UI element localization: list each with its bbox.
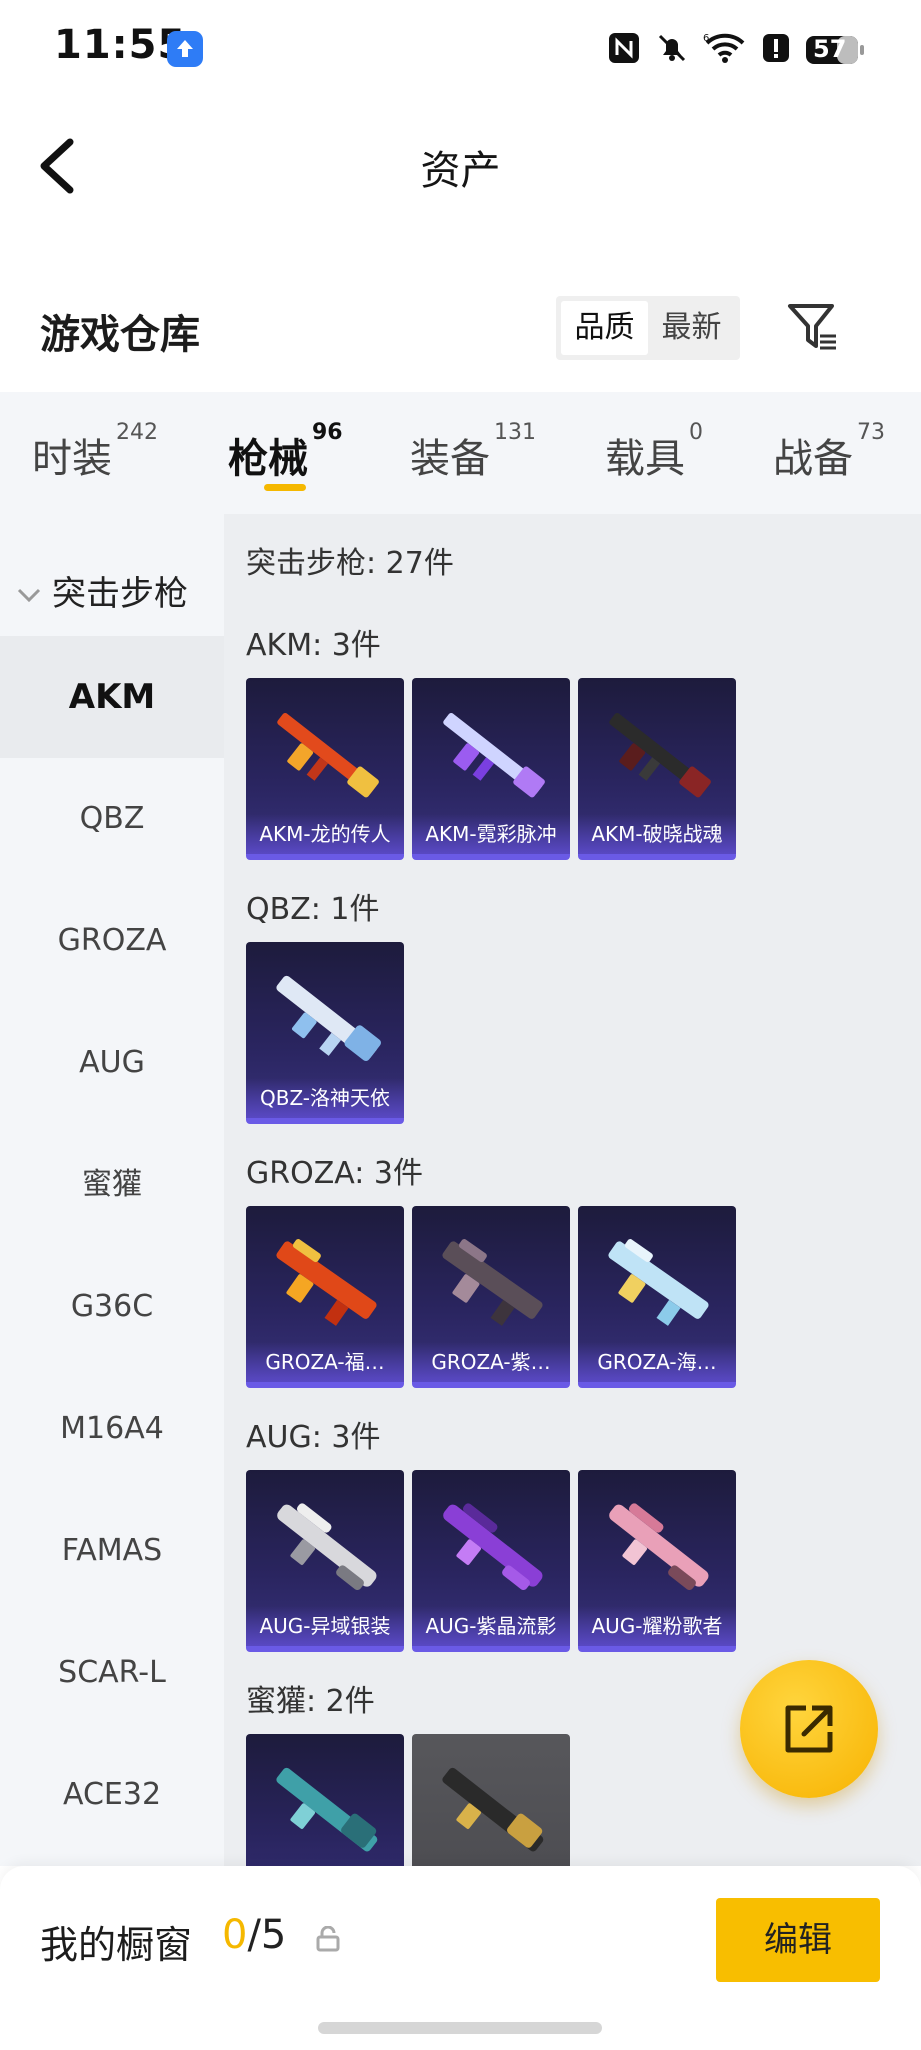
sort-toggle: 品质 最新 [556, 296, 740, 360]
tab-label: 战备 [773, 436, 853, 482]
sidebar-item-famas[interactable]: FAMAS [0, 1490, 224, 1612]
section-title-qbz: QBZ: 1件 [246, 892, 380, 927]
weapon-card[interactable]: GROZA-福… [246, 1206, 404, 1388]
weapon-card[interactable] [412, 1734, 570, 1866]
category-tabs: 时装242 枪械96 装备131 载具0 战备73 [0, 392, 921, 514]
share-button[interactable] [740, 1660, 878, 1798]
weapon-name: GROZA-福… [246, 1342, 404, 1382]
weapon-name: AUG-耀粉歌者 [578, 1606, 736, 1646]
group-title: 突击步枪: 27件 [246, 546, 454, 581]
rifle-skin-icon [277, 1503, 377, 1591]
weapon-name: AUG-异域银装 [246, 1606, 404, 1646]
sort-option-latest[interactable]: 最新 [648, 301, 735, 355]
tab-count: 73 [857, 420, 885, 445]
filter-icon[interactable] [786, 300, 840, 354]
tab-count: 96 [312, 420, 343, 445]
rifle-skin-icon [442, 1767, 544, 1852]
weapon-card[interactable]: AKM-龙的传人 [246, 678, 404, 860]
weapon-name: GROZA-海… [578, 1342, 736, 1382]
tab-label: 载具 [605, 436, 685, 482]
showcase-bar: 我的橱窗 0/5 编辑 [0, 1866, 921, 2050]
showcase-count-total: /5 [247, 1912, 287, 1958]
section-title-aug: AUG: 3件 [246, 1420, 381, 1455]
section-title-akm: AKM: 3件 [246, 628, 381, 663]
sidebar-item-aug[interactable]: AUG [0, 1002, 224, 1124]
tab-count: 0 [689, 420, 703, 445]
weapon-card[interactable]: GROZA-海… [578, 1206, 736, 1388]
tab-label: 枪械 [228, 436, 308, 482]
weapon-card[interactable] [246, 1734, 404, 1866]
showcase-count: 0/5 [222, 1912, 286, 1958]
svg-text:6: 6 [703, 33, 709, 44]
weapon-card[interactable]: AUG-紫晶流影 [412, 1470, 570, 1652]
sidebar-item-groza[interactable]: GROZA [0, 880, 224, 1002]
weapon-name: QBZ-洛神天依 [246, 1078, 404, 1118]
sidebar-group-label: 突击步枪 [52, 574, 188, 614]
weapon-card[interactable]: AKM-霓彩脉冲 [412, 678, 570, 860]
weapon-name: GROZA-紫… [412, 1342, 570, 1382]
weapon-card[interactable]: AUG-异域银装 [246, 1470, 404, 1652]
weapon-type-sidebar: 突击步枪 AKM QBZ GROZA AUG 蜜獾 G36C M16A4 FAM… [0, 514, 224, 1866]
section-title-honey-badger: 蜜獾: 2件 [246, 1684, 375, 1719]
sort-option-quality[interactable]: 品质 [561, 301, 648, 355]
weapon-name: AKM-霓彩脉冲 [412, 814, 570, 854]
weapon-name: AUG-紫晶流影 [412, 1606, 570, 1646]
rifle-skin-icon [608, 1239, 709, 1326]
mute-icon [655, 31, 689, 69]
weapon-card[interactable]: QBZ-洛神天依 [246, 942, 404, 1124]
status-bar: 11:55 6 57 [0, 0, 921, 96]
rifle-skin-icon [276, 1767, 378, 1852]
edit-button[interactable]: 编辑 [716, 1898, 880, 1982]
rifle-skin-icon [276, 975, 381, 1062]
rifle-skin-icon [277, 713, 379, 798]
rifle-skin-icon [443, 1503, 543, 1591]
wifi-icon: 6 [703, 31, 747, 69]
sidebar-item-m16a4[interactable]: M16A4 [0, 1368, 224, 1490]
tab-supplies[interactable]: 战备73 [773, 420, 885, 484]
tab-firearms[interactable]: 枪械96 [228, 420, 343, 484]
nfc-icon [607, 31, 641, 69]
battery-icon: 57 [805, 33, 867, 67]
page-title: 资产 [420, 148, 501, 194]
weapon-name: AKM-破晓战魂 [578, 814, 736, 854]
sidebar-item-qbz[interactable]: QBZ [0, 758, 224, 880]
tab-vehicles[interactable]: 载具0 [605, 420, 703, 484]
rifle-skin-icon [609, 1503, 709, 1591]
tab-fashion[interactable]: 时装242 [32, 420, 158, 484]
tab-label: 时装 [32, 436, 112, 482]
sidebar-item-g36c[interactable]: G36C [0, 1246, 224, 1368]
sidebar-item-scar-l[interactable]: SCAR-L [0, 1612, 224, 1734]
rifle-skin-icon [609, 713, 711, 798]
showcase-title: 我的橱窗 [40, 1923, 193, 1967]
chevron-down-icon [16, 574, 42, 603]
warehouse-title: 游戏仓库 [40, 312, 200, 358]
sidebar-group-assault-rifles[interactable]: 突击步枪 [0, 552, 224, 622]
battery-level: 57 [813, 35, 847, 63]
weapon-card[interactable]: AUG-耀粉歌者 [578, 1470, 736, 1652]
share-export-icon [785, 1705, 833, 1753]
alert-icon [761, 31, 791, 69]
active-tab-indicator [264, 484, 306, 491]
home-indicator[interactable] [318, 2022, 602, 2034]
rifle-skin-icon [276, 1239, 377, 1326]
rifle-skin-icon [443, 713, 545, 798]
sidebar-item-ace32[interactable]: ACE32 [0, 1734, 224, 1856]
tab-label: 装备 [410, 436, 490, 482]
lock-icon [316, 1925, 340, 1952]
section-title-groza: GROZA: 3件 [246, 1156, 423, 1191]
weapon-card[interactable]: AKM-破晓战魂 [578, 678, 736, 860]
tab-count: 131 [494, 420, 536, 445]
upload-notification-icon [167, 31, 203, 67]
weapon-name: AKM-龙的传人 [246, 814, 404, 854]
tab-equipment[interactable]: 装备131 [410, 420, 536, 484]
sidebar-item-honey-badger[interactable]: 蜜獾 [0, 1124, 224, 1246]
weapon-card[interactable]: GROZA-紫… [412, 1206, 570, 1388]
showcase-count-current: 0 [222, 1912, 248, 1958]
tab-count: 242 [116, 420, 158, 445]
sidebar-item-akm[interactable]: AKM [0, 636, 224, 758]
rifle-skin-icon [442, 1239, 543, 1326]
